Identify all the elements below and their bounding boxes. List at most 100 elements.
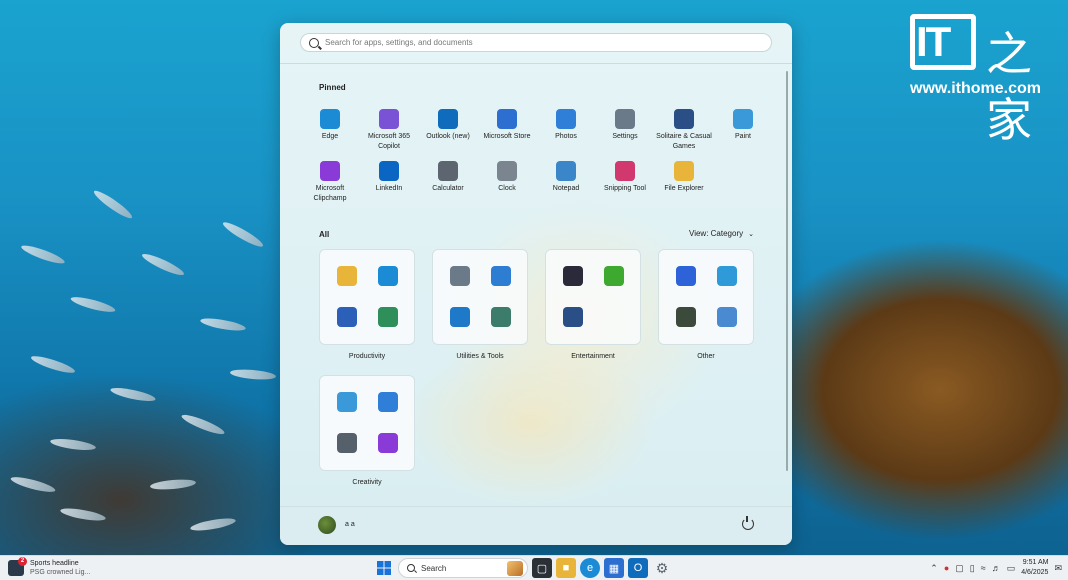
category-folder[interactable] — [545, 249, 641, 345]
copilot-icon — [379, 109, 399, 129]
pinned-app-label: Clock — [498, 185, 516, 192]
edge-icon — [320, 109, 340, 129]
photos-icon[interactable] — [378, 392, 398, 412]
taskbar-search[interactable]: Search — [398, 558, 528, 578]
battery-icon[interactable]: ▭ — [1007, 563, 1016, 574]
chevron-up-icon[interactable]: ⌃ — [930, 563, 938, 574]
word-icon[interactable] — [337, 307, 357, 327]
pinned-app-clock[interactable]: Clock — [477, 161, 537, 194]
pinned-app-calculator[interactable]: Calculator — [418, 161, 478, 194]
pinned-app-linkedin[interactable]: LinkedIn — [359, 161, 419, 194]
office-apps-icon[interactable] — [378, 307, 398, 327]
power-icon[interactable] — [742, 516, 754, 530]
category-folder[interactable] — [432, 249, 528, 345]
logo-url: www.ithome.com — [910, 80, 1041, 97]
start-search-box[interactable] — [300, 33, 772, 52]
edge-icon[interactable] — [378, 266, 398, 286]
wifi-icon[interactable]: ≈ — [981, 563, 986, 573]
category-folder[interactable] — [319, 375, 415, 471]
notification-badge: 2 — [18, 557, 27, 566]
pinned-app-label: LinkedIn — [375, 185, 403, 192]
all-heading: All — [319, 230, 330, 239]
pinned-app-label: Microsoft 365 Copilot — [367, 133, 411, 150]
notepad-icon — [556, 161, 576, 181]
pinned-app-folder[interactable]: File Explorer — [654, 161, 714, 194]
photos-icon — [556, 109, 576, 129]
cards-icon — [674, 109, 694, 129]
news-widget-icon: 2 — [8, 557, 27, 576]
phone-link-icon[interactable]: ▯ — [970, 563, 975, 574]
store-icon — [497, 109, 517, 129]
windows-start-icon[interactable] — [374, 558, 394, 578]
security-icon[interactable]: ● — [944, 563, 949, 573]
user-name[interactable]: a a — [345, 521, 355, 528]
time-text: 9:51 AM — [1022, 559, 1049, 566]
ithome-logo: IT 之家 www.ithome.com — [910, 14, 1055, 147]
system-tray: ⌃ ● ▢ ▯ ≈ ♬ ▭ 9:51 AM 4/6/2025 ✉ — [930, 558, 1062, 578]
category-label: Productivity — [348, 353, 386, 360]
taskbar-search-label: Search — [421, 563, 447, 573]
gear-icon[interactable] — [450, 266, 470, 286]
pinned-app-label: Notepad — [552, 185, 580, 192]
camera-icon[interactable] — [337, 433, 357, 453]
tools-icon[interactable] — [491, 307, 511, 327]
edge-icon[interactable]: e — [580, 558, 600, 578]
pinned-app-label: File Explorer — [664, 185, 704, 192]
pinned-app-clipchamp[interactable]: Microsoft Clipchamp — [300, 161, 360, 204]
pinned-app-store[interactable]: Microsoft Store — [477, 109, 537, 142]
clock[interactable]: 9:51 AM 4/6/2025 — [1021, 558, 1048, 578]
folder-icon — [674, 161, 694, 181]
task-view-icon[interactable]: ▢ — [532, 558, 552, 578]
paint-icon[interactable] — [337, 392, 357, 412]
pinned-app-snipping[interactable]: Snipping Tool — [595, 161, 655, 194]
taskbar-apps: Search ▢ ■ e ▦ O ⚙ — [374, 558, 672, 578]
terminal-icon[interactable] — [676, 307, 696, 327]
image-pro-icon[interactable] — [717, 266, 737, 286]
pinned-app-label: Snipping Tool — [604, 185, 646, 192]
linkedin-icon — [379, 161, 399, 181]
pinned-app-label: Settings — [612, 133, 638, 140]
gear-icon[interactable]: ⚙ — [652, 558, 672, 578]
folder-icon[interactable]: ■ — [556, 558, 576, 578]
widgets-button[interactable]: 2 Sports headline PSG crowned Lig... — [8, 557, 90, 577]
pinned-app-copilot[interactable]: Microsoft 365 Copilot — [359, 109, 419, 152]
clock-icon — [497, 161, 517, 181]
pinned-app-label: Solitaire & Casual Games — [656, 133, 712, 150]
view-category-dropdown[interactable]: View: Category ⌄ — [689, 229, 754, 238]
pinned-app-photos[interactable]: Photos — [536, 109, 596, 142]
pinned-app-label: Microsoft Store — [483, 133, 531, 140]
volume-icon[interactable]: ♬ — [992, 563, 1001, 573]
search-divider — [280, 63, 792, 64]
clipchamp-icon[interactable] — [378, 433, 398, 453]
outlook-icon[interactable]: O — [628, 558, 648, 578]
xbox-game-icon[interactable] — [604, 266, 624, 286]
cards-icon[interactable] — [563, 307, 583, 327]
category-folder[interactable] — [658, 249, 754, 345]
sticky-icon[interactable]: ▢ — [955, 563, 964, 574]
paint-icon — [733, 109, 753, 129]
start-search-input[interactable] — [325, 38, 765, 47]
pinned-app-paint[interactable]: Paint — [713, 109, 773, 142]
pinned-app-label: Microsoft Clipchamp — [313, 185, 347, 202]
media-player-icon[interactable] — [563, 266, 583, 286]
pinned-app-notepad[interactable]: Notepad — [536, 161, 596, 194]
pinned-app-edge[interactable]: Edge — [300, 109, 360, 142]
remote-desktop-icon[interactable] — [450, 307, 470, 327]
start-scrollbar[interactable] — [786, 71, 788, 471]
category-folder[interactable] — [319, 249, 415, 345]
accessibility-icon[interactable] — [717, 307, 737, 327]
pinned-app-gear[interactable]: Settings — [595, 109, 655, 142]
clipchamp-icon — [320, 161, 340, 181]
category-label: Creativity — [352, 479, 382, 486]
category-label: Utilities & Tools — [456, 353, 504, 360]
avatar[interactable] — [318, 516, 336, 534]
power-automate-icon[interactable] — [676, 266, 696, 286]
chevron-down-icon: ⌄ — [748, 231, 754, 238]
folder-icon[interactable] — [337, 266, 357, 286]
pinned-app-outlook[interactable]: Outlook (new) — [418, 109, 478, 142]
notification-icon[interactable]: ✉ — [1054, 563, 1062, 574]
store-icon[interactable]: ▦ — [604, 558, 624, 578]
search-highlight-icon — [507, 561, 523, 576]
people-icon[interactable] — [491, 266, 511, 286]
pinned-app-cards[interactable]: Solitaire & Casual Games — [654, 109, 714, 152]
